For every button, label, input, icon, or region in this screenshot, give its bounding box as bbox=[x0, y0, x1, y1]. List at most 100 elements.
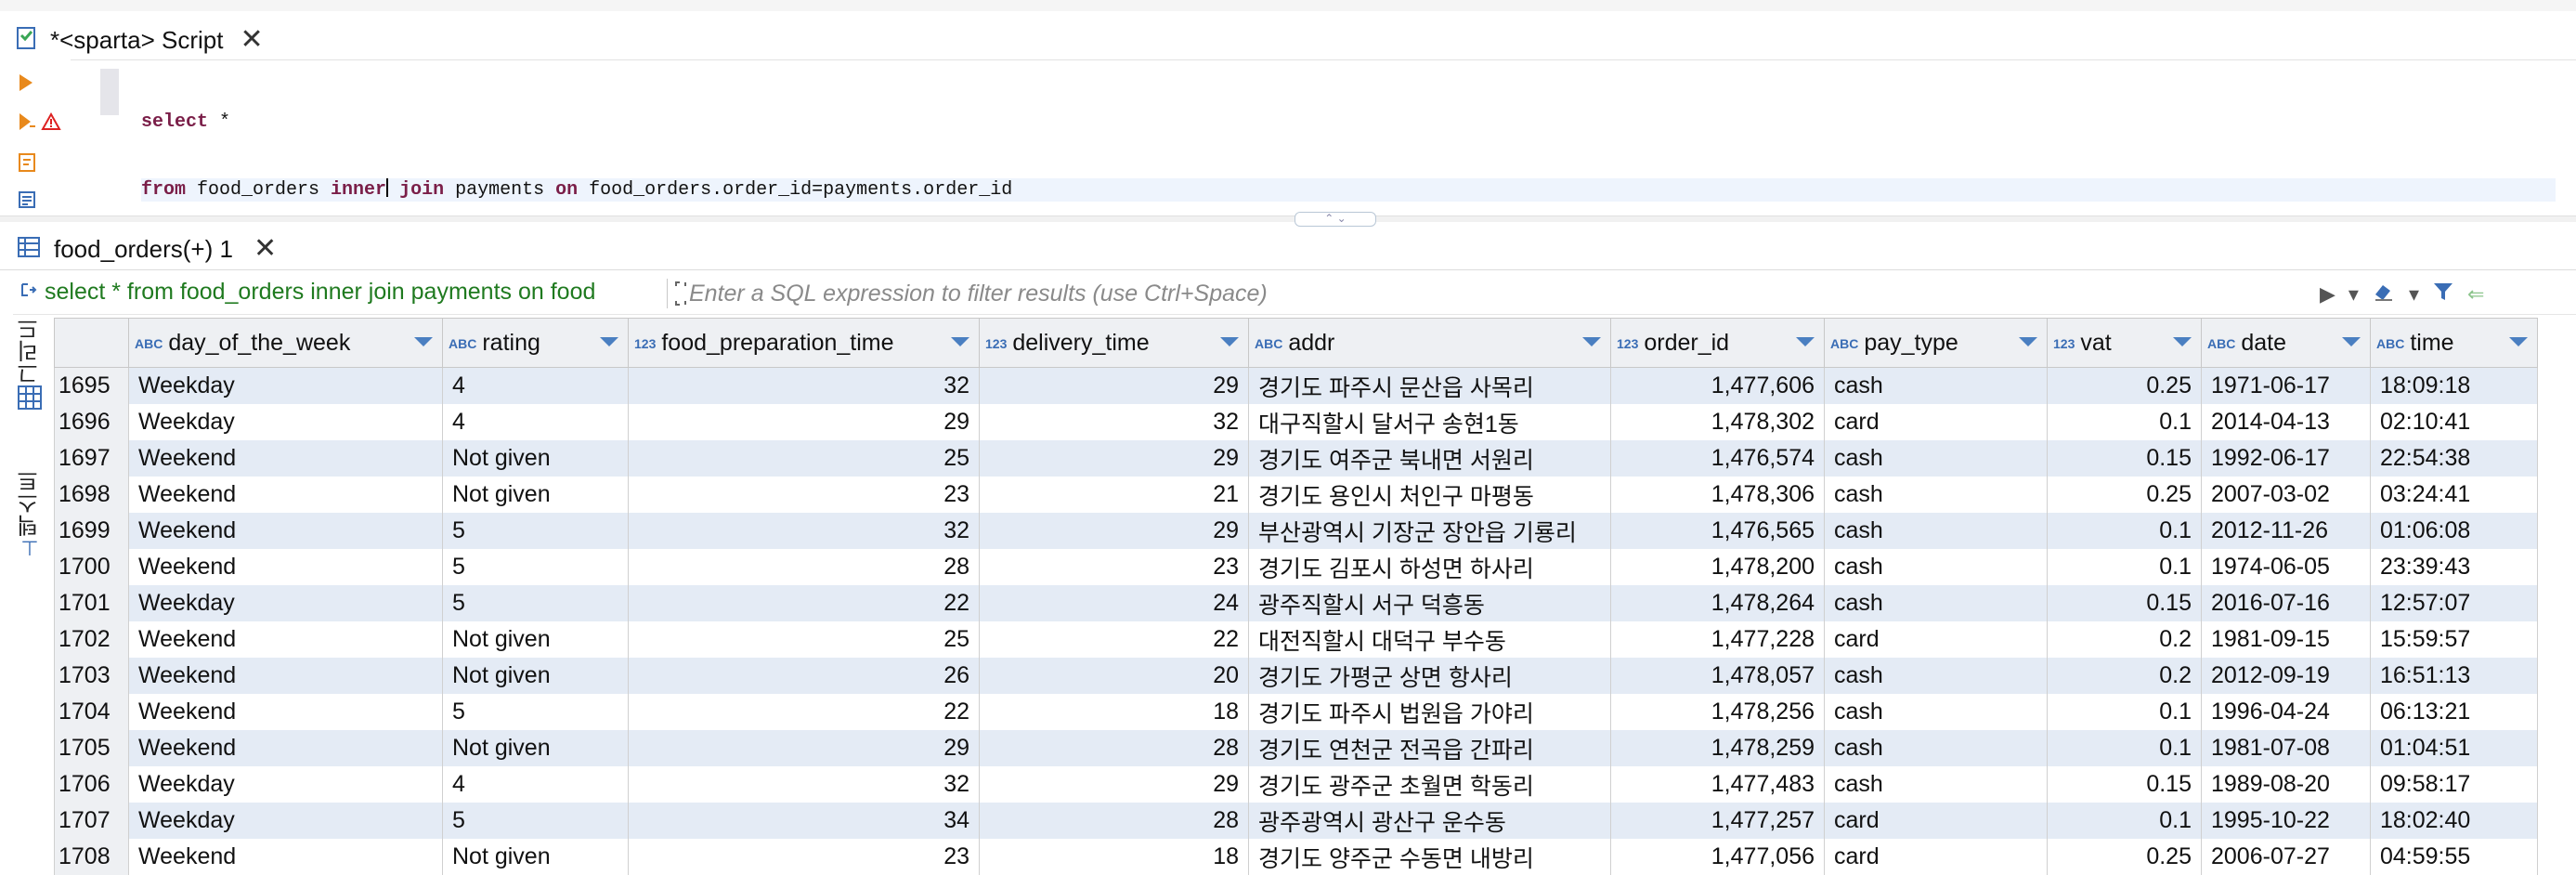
grid-view-tab[interactable]: 그리드 bbox=[15, 318, 45, 415]
table-cell[interactable]: 29 bbox=[979, 440, 1249, 477]
query-label[interactable]: select * from food_orders inner join pay… bbox=[19, 279, 595, 306]
table-cell[interactable]: 경기도 연천군 전곡읍 간파리 bbox=[1248, 730, 1611, 766]
column-header[interactable]: 123 vat bbox=[2047, 318, 2202, 368]
table-row[interactable]: 1705 Weekend Not given 29 28 경기도 연천군 전곡읍 간파리 1… bbox=[54, 730, 2538, 766]
table-cell[interactable]: 18:09:18 bbox=[2370, 367, 2538, 404]
table-row[interactable]: 1701 Weekday 5 22 24 광주직할시 서구 덕흥동 1,478,264 cas… bbox=[54, 585, 2538, 621]
table-cell[interactable]: 28 bbox=[628, 549, 980, 585]
sort-arrow-icon[interactable] bbox=[1796, 337, 1815, 346]
column-header[interactable]: 123 order_id bbox=[1610, 318, 1825, 368]
table-cell[interactable]: 경기도 김포시 하성면 하사리 bbox=[1248, 549, 1611, 585]
table-cell[interactable]: 경기도 여주군 북내면 서원리 bbox=[1248, 440, 1611, 477]
table-cell[interactable]: 03:24:41 bbox=[2370, 477, 2538, 513]
table-cell[interactable]: Weekend bbox=[128, 549, 443, 585]
table-cell[interactable]: 29 bbox=[979, 766, 1249, 803]
table-cell[interactable]: Weekend bbox=[128, 477, 443, 513]
table-row[interactable]: 1696 Weekday 4 29 32 대구직할시 달서구 송현1동 1,478,302 c… bbox=[54, 404, 2538, 440]
table-cell[interactable]: Weekday bbox=[128, 367, 443, 404]
table-row[interactable]: 1707 Weekday 5 34 28 광주광역시 광산구 운수동 1,477,257 ca… bbox=[54, 803, 2538, 839]
table-cell[interactable]: 34 bbox=[628, 803, 980, 839]
table-cell[interactable]: cash bbox=[1824, 513, 2048, 549]
table-cell[interactable]: 경기도 파주시 법원읍 가야리 bbox=[1248, 694, 1611, 730]
row-number[interactable]: 1704 bbox=[54, 694, 129, 730]
chevron-down-icon[interactable]: ▾ bbox=[2409, 282, 2419, 307]
table-cell[interactable]: 24 bbox=[979, 585, 1249, 621]
table-row[interactable]: 1699 Weekend 5 32 29 부산광역시 기장군 장안읍 기룡리 1,476,5… bbox=[54, 513, 2538, 549]
table-cell[interactable]: 26 bbox=[628, 658, 980, 694]
table-cell[interactable]: 2012-09-19 bbox=[2201, 658, 2371, 694]
column-header[interactable]: 123 food_preparation_time bbox=[628, 318, 980, 368]
close-icon[interactable]: ✕ bbox=[254, 235, 277, 263]
row-number[interactable]: 1699 bbox=[54, 513, 129, 549]
table-cell[interactable]: 경기도 광주군 초월면 학동리 bbox=[1248, 766, 1611, 803]
table-cell[interactable]: 4 bbox=[442, 367, 629, 404]
table-cell[interactable]: 1992-06-17 bbox=[2201, 440, 2371, 477]
sort-arrow-icon[interactable] bbox=[2019, 337, 2037, 346]
table-cell[interactable]: 1,477,056 bbox=[1610, 839, 1825, 875]
table-cell[interactable]: 부산광역시 기장군 장안읍 기룡리 bbox=[1248, 513, 1611, 549]
table-row[interactable]: 1708 Weekend Not given 23 18 경기도 양주군 수동면 내방리 1… bbox=[54, 839, 2538, 875]
filter-history-icon[interactable]: ▾ bbox=[2348, 282, 2359, 307]
table-cell[interactable]: 0.1 bbox=[2047, 803, 2202, 839]
table-cell[interactable]: 18 bbox=[979, 839, 1249, 875]
table-cell[interactable]: 경기도 용인시 처인구 마평동 bbox=[1248, 477, 1611, 513]
table-cell[interactable]: Weekend bbox=[128, 730, 443, 766]
table-cell[interactable]: 01:04:51 bbox=[2370, 730, 2538, 766]
table-cell[interactable]: 5 bbox=[442, 549, 629, 585]
table-cell[interactable]: Weekend bbox=[128, 440, 443, 477]
table-cell[interactable]: 2016-07-16 bbox=[2201, 585, 2371, 621]
table-cell[interactable]: card bbox=[1824, 803, 2048, 839]
table-cell[interactable]: 0.2 bbox=[2047, 621, 2202, 658]
table-cell[interactable]: card bbox=[1824, 621, 2048, 658]
table-cell[interactable]: 1981-09-15 bbox=[2201, 621, 2371, 658]
table-cell[interactable]: 2006-07-27 bbox=[2201, 839, 2371, 875]
table-cell[interactable]: 2007-03-02 bbox=[2201, 477, 2371, 513]
table-cell[interactable]: 25 bbox=[628, 621, 980, 658]
row-number[interactable]: 1706 bbox=[54, 766, 129, 803]
table-cell[interactable]: 18:02:40 bbox=[2370, 803, 2538, 839]
table-cell[interactable]: 경기도 파주시 문산읍 사목리 bbox=[1248, 367, 1611, 404]
table-row[interactable]: 1706 Weekday 4 32 29 경기도 광주군 초월면 학동리 1,477,483… bbox=[54, 766, 2538, 803]
table-cell[interactable]: card bbox=[1824, 839, 2048, 875]
sort-arrow-icon[interactable] bbox=[1220, 337, 1239, 346]
table-cell[interactable]: cash bbox=[1824, 658, 2048, 694]
table-cell[interactable]: 29 bbox=[628, 730, 980, 766]
column-header[interactable]: ABC time bbox=[2370, 318, 2538, 368]
column-header[interactable]: ABC rating bbox=[442, 318, 629, 368]
sql-editor[interactable]: select * from food_orders inner join pay… bbox=[141, 67, 2556, 224]
table-cell[interactable]: Not given bbox=[442, 839, 629, 875]
row-number[interactable]: 1703 bbox=[54, 658, 129, 694]
table-cell[interactable]: 1971-06-17 bbox=[2201, 367, 2371, 404]
row-number[interactable]: 1698 bbox=[54, 477, 129, 513]
row-number[interactable]: 1700 bbox=[54, 549, 129, 585]
column-header[interactable]: ABC pay_type bbox=[1824, 318, 2048, 368]
table-cell[interactable]: 1,477,257 bbox=[1610, 803, 1825, 839]
sort-arrow-icon[interactable] bbox=[600, 337, 618, 346]
table-cell[interactable]: 5 bbox=[442, 585, 629, 621]
column-header[interactable]: 123 delivery_time bbox=[979, 318, 1249, 368]
table-row[interactable]: 1697 Weekend Not given 25 29 경기도 여주군 북내면 서원리 1… bbox=[54, 440, 2538, 477]
table-cell[interactable]: 32 bbox=[628, 367, 980, 404]
sort-arrow-icon[interactable] bbox=[2173, 337, 2192, 346]
table-cell[interactable]: 5 bbox=[442, 803, 629, 839]
table-cell[interactable]: 1,478,200 bbox=[1610, 549, 1825, 585]
table-cell[interactable]: Weekend bbox=[128, 658, 443, 694]
row-number[interactable]: 1701 bbox=[54, 585, 129, 621]
table-cell[interactable]: cash bbox=[1824, 766, 2048, 803]
filter-input[interactable]: Enter a SQL expression to filter results… bbox=[689, 281, 1268, 307]
table-cell[interactable]: 1996-04-24 bbox=[2201, 694, 2371, 730]
table-cell[interactable]: 0.1 bbox=[2047, 513, 2202, 549]
table-cell[interactable]: cash bbox=[1824, 585, 2048, 621]
table-cell[interactable]: 1,476,565 bbox=[1610, 513, 1825, 549]
table-cell[interactable]: Not given bbox=[442, 621, 629, 658]
table-cell[interactable]: 광주직할시 서구 덕흥동 bbox=[1248, 585, 1611, 621]
table-cell[interactable]: Not given bbox=[442, 477, 629, 513]
table-cell[interactable]: 0.25 bbox=[2047, 839, 2202, 875]
table-cell[interactable]: 22 bbox=[628, 694, 980, 730]
row-number[interactable]: 1708 bbox=[54, 839, 129, 875]
table-cell[interactable]: 1,477,228 bbox=[1610, 621, 1825, 658]
table-cell[interactable]: 09:58:17 bbox=[2370, 766, 2538, 803]
table-cell[interactable]: 0.15 bbox=[2047, 585, 2202, 621]
table-cell[interactable]: 0.2 bbox=[2047, 658, 2202, 694]
column-header[interactable]: ABC day_of_the_week bbox=[128, 318, 443, 368]
